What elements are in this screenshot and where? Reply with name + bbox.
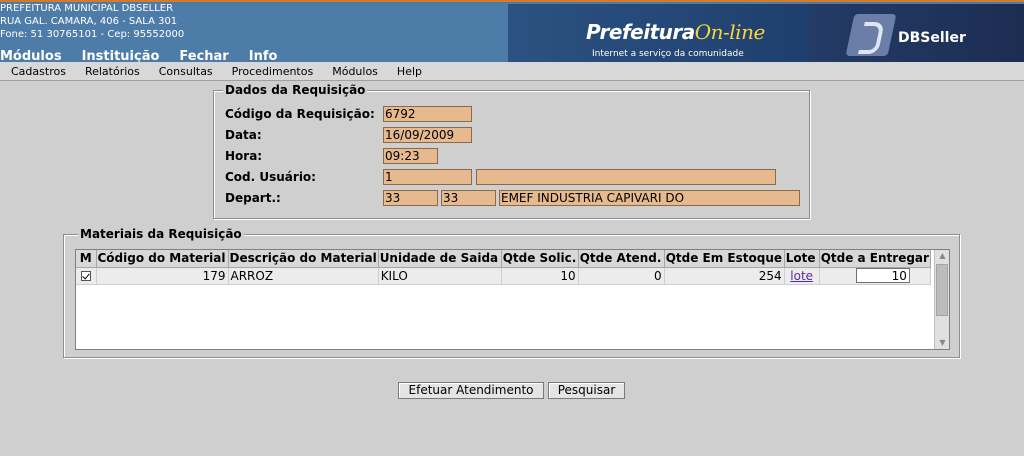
cell-atend: 0: [578, 267, 665, 285]
col-solic[interactable]: Qtde Solic.: [501, 250, 579, 268]
col-atend[interactable]: Qtde Atend.: [578, 250, 665, 268]
scroll-up-arrow-icon[interactable]: ▲: [935, 250, 949, 262]
table-header-row: M Código do Material Descrição do Materi…: [76, 250, 931, 268]
main-menu: Módulos Instituição Fechar Info: [0, 50, 297, 63]
depart-code2-field[interactable]: 33: [441, 190, 496, 206]
usuario-name-field[interactable]: [476, 169, 776, 185]
codigo-label: Código da Requisição:: [225, 107, 375, 121]
col-unidade[interactable]: Unidade de Saida: [378, 250, 502, 268]
data-label: Data:: [225, 128, 262, 142]
col-m[interactable]: M: [76, 250, 97, 268]
col-lote[interactable]: Lote: [784, 250, 820, 268]
org-info: PREFEITURA MUNICIPAL DBSELLER RUA GAL. C…: [0, 2, 184, 41]
submenu-help[interactable]: Help: [397, 65, 422, 78]
col-estoque[interactable]: Qtde Em Estoque: [664, 250, 785, 268]
dbseller-mark-icon: [845, 14, 897, 56]
col-descricao[interactable]: Descrição do Material: [228, 250, 379, 268]
data-field[interactable]: 16/09/2009: [383, 127, 472, 143]
menu-fechar[interactable]: Fechar: [179, 50, 228, 63]
usuario-label: Cod. Usuário:: [225, 170, 316, 184]
pesquisar-button[interactable]: Pesquisar: [548, 382, 625, 399]
cell-codigo: 179: [96, 267, 229, 285]
row-select-cell: [76, 267, 97, 285]
col-codigo[interactable]: Código do Material: [96, 250, 229, 268]
prefeitura-online-logo: PrefeituraOn-line Internet a serviço da …: [508, 4, 810, 62]
dbseller-logo: DBSeller: [810, 4, 1024, 62]
depart-name-field[interactable]: EMEF INDUSTRIA CAPIVARI DO: [499, 190, 800, 206]
logo-title-accent: On-line: [694, 20, 766, 44]
dbseller-logo-text: DBSeller: [898, 30, 966, 46]
logo-title-main: Prefeitura: [586, 20, 695, 44]
org-name: PREFEITURA MUNICIPAL DBSELLER: [0, 3, 174, 14]
menu-instituicao[interactable]: Instituição: [82, 50, 160, 63]
row-checkbox[interactable]: [80, 271, 91, 281]
cell-solic: 10: [501, 267, 579, 285]
scroll-thumb[interactable]: [936, 264, 948, 316]
materiais-title: Materiais da Requisição: [78, 227, 244, 241]
depart-label: Depart.:: [225, 191, 281, 205]
table-row: 179 ARROZ KILO 10 0 254 lote: [76, 267, 931, 285]
hora-field[interactable]: 09:23: [383, 148, 438, 164]
hora-label: Hora:: [225, 149, 263, 163]
submenu-modulos[interactable]: Módulos: [332, 65, 378, 78]
submenu-consultas[interactable]: Consultas: [159, 65, 213, 78]
cell-estoque: 254: [664, 267, 785, 285]
entregar-input[interactable]: [855, 268, 910, 283]
lote-link[interactable]: lote: [790, 269, 813, 283]
dados-requisicao-fieldset: Dados da Requisição Código da Requisição…: [213, 83, 810, 219]
materiais-fieldset: Materiais da Requisição M Código do Mate…: [63, 227, 960, 358]
submenu-relatorios[interactable]: Relatórios: [85, 65, 140, 78]
sub-menu: Cadastros Relatórios Consultas Procedime…: [0, 62, 1024, 81]
submenu-cadastros[interactable]: Cadastros: [11, 65, 66, 78]
org-address: RUA GAL. CAMARA, 406 - SALA 301: [0, 16, 178, 27]
materiais-table: M Código do Material Descrição do Materi…: [76, 250, 931, 285]
dados-title: Dados da Requisição: [223, 83, 368, 97]
grid-scrollbar[interactable]: ▲ ▼: [934, 250, 949, 349]
cell-descricao: ARROZ: [228, 267, 379, 285]
menu-modulos[interactable]: Módulos: [0, 50, 62, 63]
org-phone: Fone: 51 30765101 - Cep: 95552000: [0, 29, 185, 40]
cell-lote: lote: [784, 267, 820, 285]
codigo-field[interactable]: 6792: [383, 106, 472, 122]
usuario-code-field[interactable]: 1: [383, 169, 472, 185]
menu-info[interactable]: Info: [249, 50, 278, 63]
col-entregar[interactable]: Qtde a Entregar: [819, 250, 931, 268]
cell-unidade: KILO: [378, 267, 502, 285]
logo-subtitle: Internet a serviço da comunidade: [592, 49, 744, 59]
cell-entregar: [819, 267, 931, 285]
app-header: PREFEITURA MUNICIPAL DBSELLER RUA GAL. C…: [0, 0, 1024, 62]
materiais-grid: M Código do Material Descrição do Materi…: [75, 249, 950, 350]
scroll-down-arrow-icon[interactable]: ▼: [935, 337, 949, 349]
submenu-procedimentos[interactable]: Procedimentos: [232, 65, 314, 78]
logo-title: PrefeituraOn-line: [586, 20, 765, 44]
efetuar-atendimento-button[interactable]: Efetuar Atendimento: [398, 382, 544, 399]
depart-code1-field[interactable]: 33: [383, 190, 438, 206]
